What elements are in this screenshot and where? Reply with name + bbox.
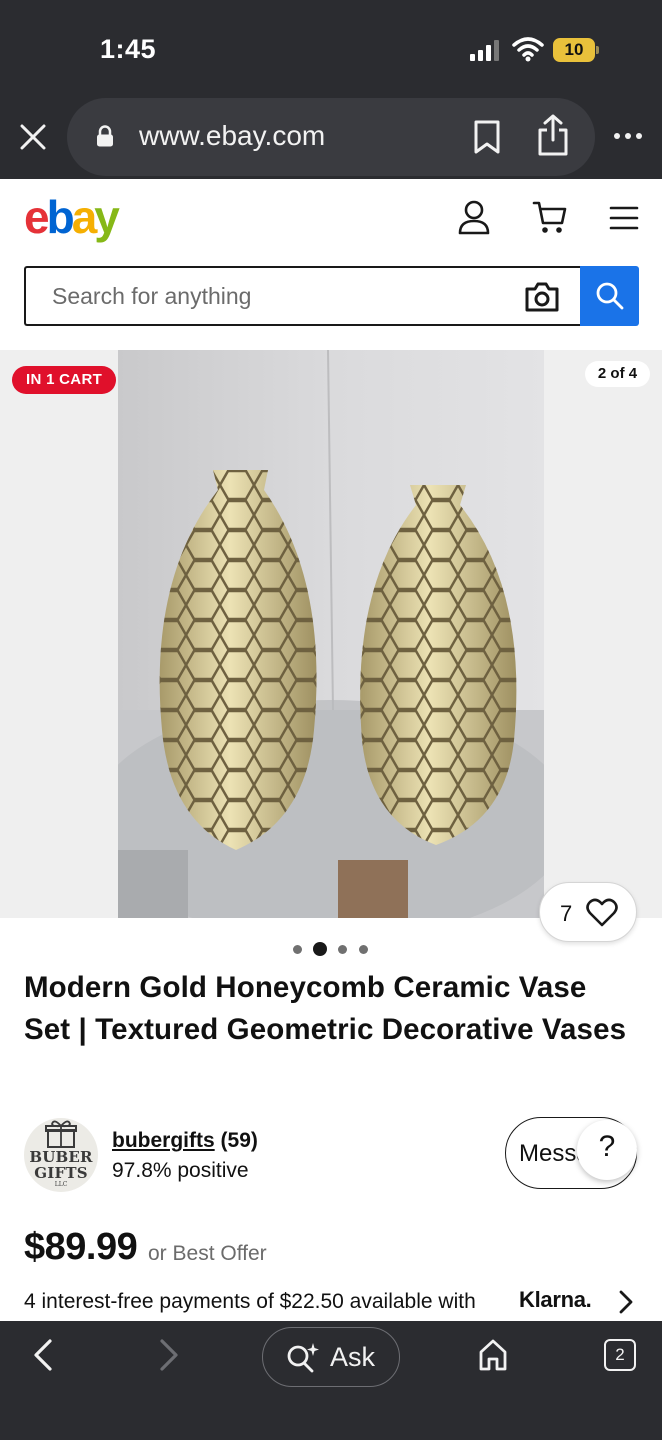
share-icon[interactable] bbox=[536, 114, 570, 156]
seller-name: bubergifts (59) bbox=[112, 1129, 258, 1153]
help-icon: ? bbox=[598, 1130, 616, 1163]
gallery-dots[interactable] bbox=[291, 941, 371, 957]
seller-feedback-count: (59) bbox=[220, 1129, 258, 1152]
signal-icon bbox=[470, 40, 499, 61]
status-time: 1:45 bbox=[100, 34, 157, 64]
wifi-icon bbox=[512, 37, 544, 62]
product-photo[interactable] bbox=[118, 350, 544, 918]
ask-label: Ask bbox=[330, 1342, 376, 1372]
gallery-dot[interactable] bbox=[359, 945, 368, 954]
watch-button[interactable]: 7 bbox=[539, 882, 637, 942]
ebay-logo[interactable]: ebay bbox=[24, 190, 124, 243]
heart-icon bbox=[586, 898, 618, 927]
battery-level: 10 bbox=[564, 40, 584, 59]
user-icon[interactable] bbox=[457, 199, 491, 235]
camera-icon[interactable] bbox=[524, 281, 560, 313]
avatar-line-2: GIFTS bbox=[34, 1164, 88, 1182]
klarna-text[interactable]: 4 interest-free payments of $22.50 avail… bbox=[24, 1290, 476, 1314]
seller-link[interactable]: bubergifts bbox=[112, 1129, 215, 1152]
status-bar: 1:45 10 bbox=[0, 0, 662, 98]
avatar-llc: LLC bbox=[54, 1181, 68, 1188]
battery-icon: 10 bbox=[553, 38, 599, 62]
chevron-right-icon[interactable] bbox=[616, 1290, 636, 1314]
gallery-dot[interactable] bbox=[293, 945, 302, 954]
search-icon bbox=[596, 282, 624, 310]
watch-count: 7 bbox=[560, 901, 573, 926]
gallery-dot[interactable] bbox=[338, 945, 347, 954]
logo-letter-a: a bbox=[71, 191, 98, 243]
best-offer-text: or Best Offer bbox=[148, 1242, 267, 1265]
search-input[interactable] bbox=[52, 268, 522, 324]
more-icon[interactable] bbox=[612, 128, 644, 144]
search-box[interactable] bbox=[24, 266, 580, 326]
bookmark-icon[interactable] bbox=[473, 120, 501, 154]
avatar[interactable]: BUBER GIFTS LLC bbox=[24, 1118, 98, 1192]
forward-icon[interactable] bbox=[154, 1338, 182, 1372]
seller-feedback: 97.8% positive bbox=[112, 1159, 249, 1182]
gift-icon bbox=[45, 1120, 77, 1148]
logo-letter-y: y bbox=[94, 191, 120, 243]
listing-title: Modern Gold Honeycomb Ceramic Vase Set |… bbox=[24, 971, 627, 1046]
in-cart-badge: IN 1 CART bbox=[12, 366, 117, 394]
home-icon[interactable] bbox=[477, 1338, 509, 1372]
help-button[interactable]: ? bbox=[577, 1120, 637, 1180]
ask-button[interactable]: Ask bbox=[262, 1327, 400, 1387]
search-button[interactable] bbox=[580, 266, 639, 326]
cart-icon[interactable] bbox=[532, 199, 568, 235]
url-text[interactable]: www.ebay.com bbox=[139, 120, 325, 152]
lock-icon bbox=[97, 125, 113, 147]
avatar-text: BUBER GIFTS bbox=[24, 1149, 98, 1181]
tabs-icon[interactable]: 2 bbox=[604, 1339, 636, 1371]
back-icon[interactable] bbox=[30, 1338, 58, 1372]
price: $89.99 bbox=[24, 1226, 138, 1268]
logo-letter-e: e bbox=[24, 191, 50, 243]
close-icon[interactable] bbox=[18, 122, 48, 152]
gallery-dot-active[interactable] bbox=[313, 942, 327, 956]
image-counter: 2 of 4 bbox=[585, 361, 650, 387]
klarna-logo[interactable]: Klarna. bbox=[519, 1287, 592, 1313]
ask-sparkle-icon bbox=[287, 1343, 319, 1373]
menu-icon[interactable] bbox=[608, 204, 640, 232]
logo-letter-b: b bbox=[46, 191, 75, 243]
